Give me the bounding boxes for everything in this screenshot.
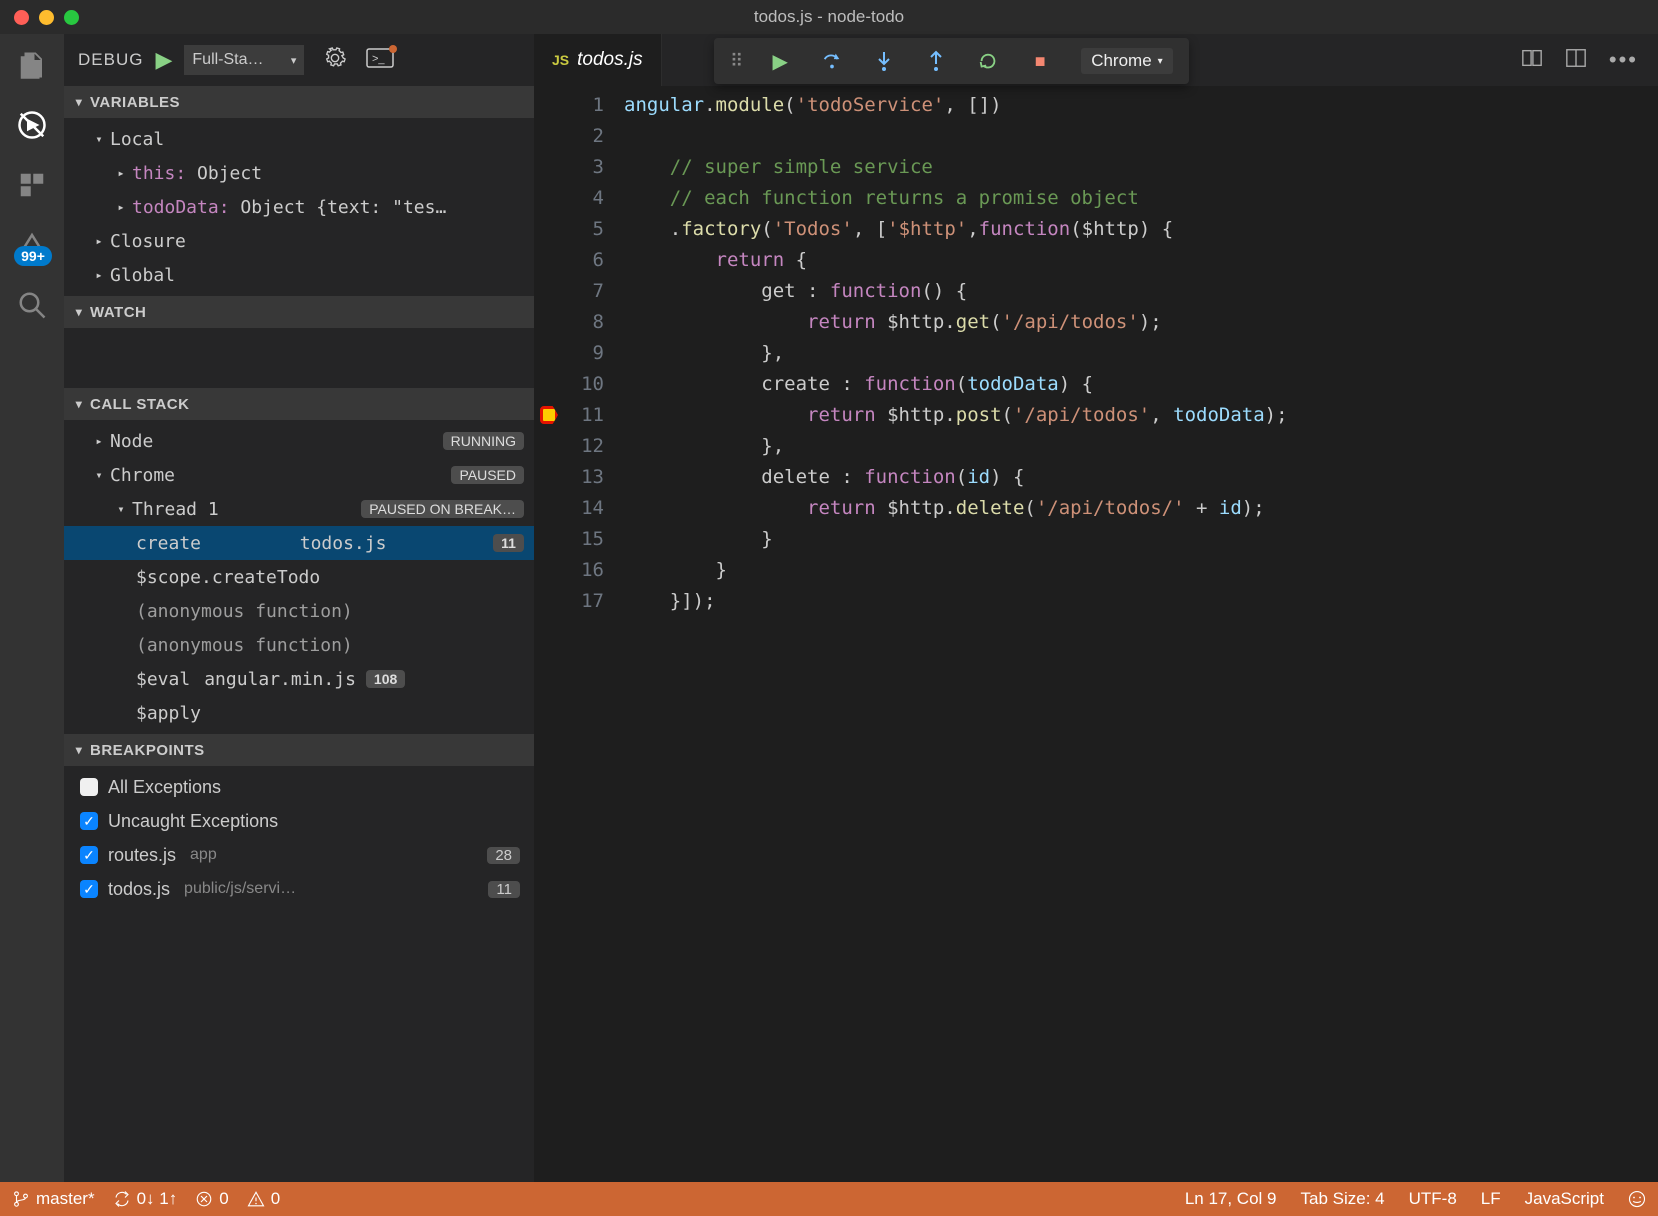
step-over-button[interactable] — [821, 50, 843, 72]
callstack-section-header[interactable]: ▾CALL STACK — [64, 388, 534, 420]
cursor-position-status[interactable]: Ln 17, Col 9 — [1185, 1189, 1277, 1209]
encoding-status[interactable]: UTF-8 — [1409, 1189, 1457, 1209]
watch-empty — [64, 328, 534, 388]
stop-button[interactable]: ■ — [1029, 50, 1051, 72]
breakpoint-file: todos.js — [108, 879, 170, 900]
variables-scope-local[interactable]: ▾Local — [64, 122, 534, 156]
eol-status[interactable]: LF — [1481, 1189, 1501, 1209]
search-icon[interactable] — [15, 288, 49, 322]
breakpoint-all-exceptions[interactable]: All Exceptions — [64, 770, 534, 804]
debug-header: DEBUG ▶ Full-Sta…▾ >_ — [64, 34, 534, 86]
tab-size-status[interactable]: Tab Size: 4 — [1301, 1189, 1385, 1209]
minimize-window-button[interactable] — [39, 10, 54, 25]
scm-badge: 99+ — [14, 246, 52, 266]
tab-lang-icon: JS — [552, 52, 569, 68]
status-bar: master* 0↓ 1↑ 0 0 Ln 17, Col 9 Tab Size:… — [0, 1182, 1658, 1216]
checkbox-icon[interactable]: ✓ — [80, 880, 98, 898]
callstack-section-label: CALL STACK — [90, 396, 189, 413]
errors-status[interactable]: 0 — [195, 1189, 228, 1209]
close-window-button[interactable] — [14, 10, 29, 25]
breakpoint-item[interactable]: ✓ routes.js app 28 — [64, 838, 534, 872]
breakpoints-section-header[interactable]: ▾BREAKPOINTS — [64, 734, 534, 766]
checkbox-icon[interactable] — [80, 778, 98, 796]
editor-area: JS todos.js ••• ⠿ ▶ — [534, 34, 1658, 1182]
breakpoint-file: routes.js — [108, 845, 176, 866]
feedback-icon[interactable] — [1628, 1190, 1646, 1208]
stackframe[interactable]: $apply — [64, 696, 534, 730]
tab-filename: todos.js — [577, 49, 642, 71]
debug-console-icon[interactable]: >_ — [366, 48, 394, 73]
restart-button[interactable] — [977, 50, 999, 72]
callstack-session-node[interactable]: ▸NodeRUNNING — [64, 424, 534, 458]
language-status[interactable]: JavaScript — [1525, 1189, 1604, 1209]
variable-this[interactable]: ▸this: Object — [64, 156, 534, 190]
stackframe[interactable]: (anonymous function) — [64, 594, 534, 628]
explorer-icon[interactable] — [15, 48, 49, 82]
debug-target-select[interactable]: Chrome▾ — [1081, 48, 1173, 74]
stackframe[interactable]: $scope.createTodo — [64, 560, 534, 594]
callstack-session-chrome[interactable]: ▾ChromePAUSED — [64, 458, 534, 492]
drag-handle-icon[interactable]: ⠿ — [730, 51, 739, 72]
step-into-button[interactable] — [873, 50, 895, 72]
variable-tododata[interactable]: ▸todoData: Object {text: "tes… — [64, 190, 534, 224]
continue-button[interactable]: ▶ — [769, 50, 791, 72]
checkbox-icon[interactable]: ✓ — [80, 846, 98, 864]
code-body[interactable]: angular.module('todoService', []) // sup… — [624, 86, 1658, 1182]
maximize-window-button[interactable] — [64, 10, 79, 25]
extensions-icon[interactable] — [15, 168, 49, 202]
variables-scope-global[interactable]: ▸Global — [64, 258, 534, 292]
git-branch-status[interactable]: master* — [12, 1189, 95, 1209]
watch-section-label: WATCH — [90, 304, 146, 321]
line-gutter: 1234567891011121314151617 — [534, 86, 624, 1182]
checkbox-icon[interactable]: ✓ — [80, 812, 98, 830]
variables-section-label: VARIABLES — [90, 94, 180, 111]
breakpoints-section-label: BREAKPOINTS — [90, 742, 205, 759]
window-controls — [14, 10, 79, 25]
titlebar: todos.js - node-todo — [0, 0, 1658, 34]
compare-changes-icon[interactable] — [1521, 47, 1543, 74]
debug-icon[interactable] — [15, 108, 49, 142]
breakpoint-label: All Exceptions — [108, 777, 221, 798]
git-sync-status[interactable]: 0↓ 1↑ — [113, 1189, 178, 1209]
editor-tab[interactable]: JS todos.js — [534, 34, 662, 86]
svg-text:>_: >_ — [372, 53, 385, 65]
debug-config-label: Full-Sta… — [192, 51, 263, 69]
debug-floating-toolbar[interactable]: ⠿ ▶ ■ Chrome▾ — [714, 38, 1189, 84]
watch-section-header[interactable]: ▾WATCH — [64, 296, 534, 328]
stackframe-create[interactable]: create todos.js 11 — [64, 526, 534, 560]
code-editor[interactable]: 1234567891011121314151617 angular.module… — [534, 86, 1658, 1182]
debug-title: DEBUG — [78, 50, 143, 70]
debug-config-select[interactable]: Full-Sta…▾ — [184, 45, 304, 75]
source-control-icon[interactable]: 99+ — [15, 228, 49, 262]
debug-target-label: Chrome — [1091, 51, 1151, 71]
split-editor-icon[interactable] — [1565, 47, 1587, 74]
step-out-button[interactable] — [925, 50, 947, 72]
activity-bar: 99+ — [0, 34, 64, 1182]
variables-section-header[interactable]: ▾VARIABLES — [64, 86, 534, 118]
warnings-status[interactable]: 0 — [247, 1189, 280, 1209]
breakpoint-uncaught-exceptions[interactable]: ✓ Uncaught Exceptions — [64, 804, 534, 838]
more-actions-icon[interactable]: ••• — [1609, 47, 1638, 74]
debug-sidebar: DEBUG ▶ Full-Sta…▾ >_ ▾VARIABLES ▾Local … — [64, 34, 534, 1182]
stackframe-eval[interactable]: $eval angular.min.js 108 — [64, 662, 534, 696]
breakpoint-label: Uncaught Exceptions — [108, 811, 278, 832]
debug-settings-icon[interactable] — [324, 47, 346, 74]
callstack-thread[interactable]: ▾Thread 1PAUSED ON BREAK… — [64, 492, 534, 526]
variables-scope-closure[interactable]: ▸Closure — [64, 224, 534, 258]
stackframe[interactable]: (anonymous function) — [64, 628, 534, 662]
start-debug-button[interactable]: ▶ — [155, 47, 172, 73]
window-title: todos.js - node-todo — [754, 7, 904, 27]
breakpoint-item[interactable]: ✓ todos.js public/js/servi… 11 — [64, 872, 534, 906]
